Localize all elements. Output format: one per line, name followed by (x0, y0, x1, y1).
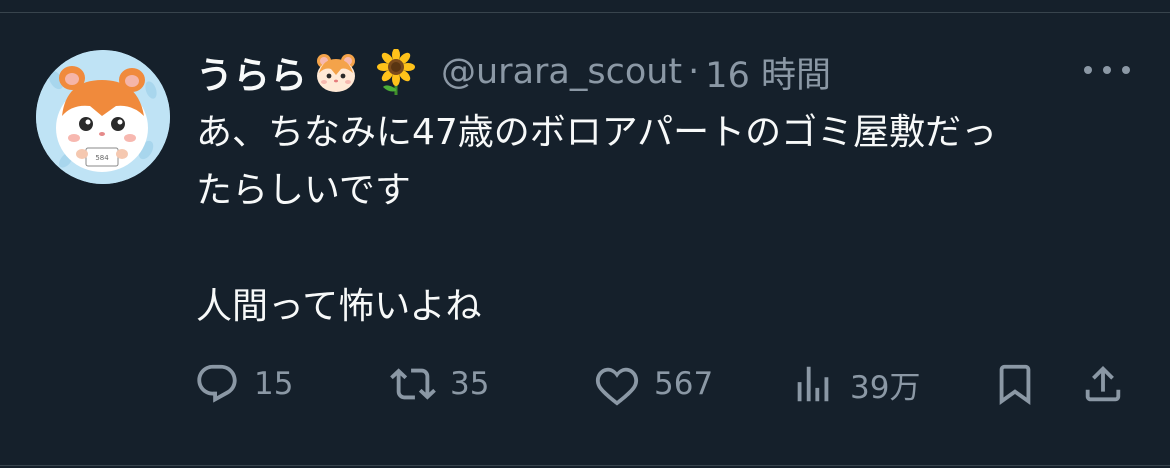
tweet-timestamp[interactable]: 16 時間 (705, 47, 831, 98)
more-dot-icon (1103, 66, 1111, 74)
tweet-frame: 584 うらら @urara_scout · 16 時間 あ、ちなみに47歳のボ… (0, 0, 1170, 468)
user-handle[interactable]: @urara_scout (441, 52, 682, 92)
tweet-text-blank-line (196, 220, 1146, 278)
reply-button[interactable]: 15 (194, 356, 293, 412)
bookmark-icon (999, 364, 1031, 405)
retweet-button[interactable]: 35 (390, 356, 489, 412)
sunflower-emoji-icon (373, 49, 419, 95)
display-name[interactable]: うらら (196, 45, 307, 99)
bookmark-button[interactable] (992, 356, 1038, 412)
tweet-text: あ、ちなみに47歳のボロアパートのゴミ屋敷だっ たらしいです 人間って怖いよね (196, 104, 1146, 336)
share-button[interactable] (1080, 356, 1126, 412)
views-button[interactable]: 39万 (790, 356, 920, 412)
views-count: 39万 (850, 369, 921, 406)
tweet-text-line: 人間って怖いよね (196, 286, 482, 327)
heart-icon (595, 367, 639, 406)
retweet-icon (390, 368, 436, 400)
views-chart-icon (797, 366, 829, 402)
divider-bottom (0, 465, 1170, 466)
retweet-count: 35 (450, 366, 490, 402)
divider-top (0, 12, 1170, 13)
tweet-text-line: たらしいです (196, 170, 411, 211)
share-icon (1085, 365, 1121, 402)
reply-count: 15 (254, 366, 294, 402)
hamster-avatar-image: 584 (36, 50, 170, 184)
hamster-emoji-icon (313, 49, 359, 95)
avatar[interactable]: 584 (36, 50, 170, 184)
reply-icon (197, 364, 237, 403)
header-separator: · (688, 52, 700, 92)
tweet-actions-bar: 15 35 567 39万 (194, 356, 1140, 412)
more-options-button[interactable] (1084, 58, 1130, 82)
more-dot-icon (1122, 66, 1130, 74)
like-count: 567 (654, 366, 714, 402)
like-button[interactable]: 567 (594, 356, 713, 412)
svg-text:584: 584 (95, 154, 109, 162)
more-dot-icon (1084, 66, 1092, 74)
tweet-text-line: あ、ちなみに47歳のボロアパートのゴミ屋敷だっ (196, 112, 998, 153)
tweet-header: うらら @urara_scout · 16 時間 (196, 44, 831, 100)
